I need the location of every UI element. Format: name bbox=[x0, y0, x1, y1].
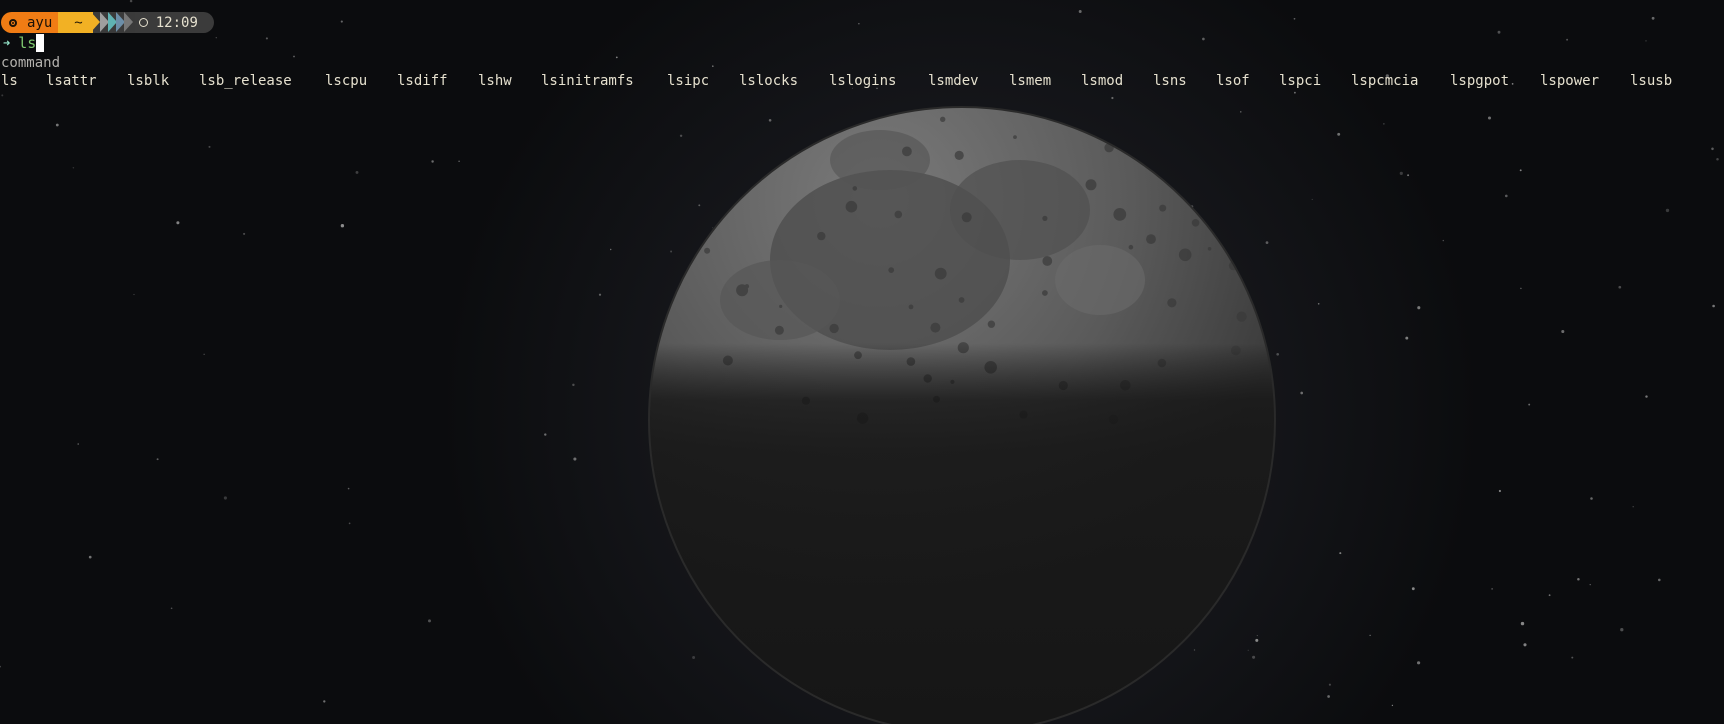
completion-group-header: command bbox=[1, 55, 61, 71]
completion-item[interactable]: lspci bbox=[1279, 73, 1321, 89]
completion-item[interactable]: ls bbox=[1, 73, 18, 89]
chevron-icon bbox=[92, 12, 100, 32]
completion-item[interactable]: lslocks bbox=[739, 73, 798, 89]
prompt-time-segment: 12:09 bbox=[134, 12, 214, 33]
completion-item[interactable]: lslogins bbox=[829, 73, 896, 89]
completion-item[interactable]: lshw bbox=[478, 73, 512, 89]
circle-dot-icon bbox=[9, 18, 17, 27]
completion-item[interactable]: lsns bbox=[1153, 73, 1187, 89]
completion-item[interactable]: lsmem bbox=[1009, 73, 1051, 89]
prompt-directory: ~ bbox=[74, 14, 83, 31]
completion-item[interactable]: lsinitramfs bbox=[541, 73, 634, 89]
prompt-bar: ayu ~ 12:09 bbox=[1, 12, 214, 33]
chevron-icon bbox=[123, 12, 133, 32]
completion-item[interactable]: lscpu bbox=[325, 73, 367, 89]
command-input-line[interactable]: ➜ ls bbox=[3, 33, 45, 53]
text-cursor bbox=[36, 34, 45, 52]
clock-icon bbox=[138, 18, 148, 27]
prompt-directory-segment: ~ bbox=[58, 12, 93, 33]
terminal-window[interactable]: ayu ~ 12:09 ➜ ls command ls lsattr lsblk… bbox=[0, 0, 1724, 724]
completion-item[interactable]: lsipc bbox=[667, 73, 709, 89]
completion-item[interactable]: lsblk bbox=[127, 73, 169, 89]
completion-item[interactable]: lsusb bbox=[1630, 73, 1672, 89]
completion-item[interactable]: lspgpot bbox=[1450, 73, 1509, 89]
completion-item[interactable]: lsof bbox=[1216, 73, 1250, 89]
completion-item[interactable]: lsmdev bbox=[928, 73, 979, 89]
completion-item[interactable]: lspower bbox=[1540, 73, 1599, 89]
completion-item[interactable]: lspcmcia bbox=[1351, 73, 1418, 89]
prompt-time: 12:09 bbox=[155, 14, 198, 31]
prompt-user: ayu bbox=[27, 14, 53, 31]
completion-item[interactable]: lsattr bbox=[46, 73, 97, 89]
prompt-arrow-icon: ➜ bbox=[3, 36, 11, 50]
prompt-user-segment: ayu bbox=[1, 12, 59, 33]
powerline-chevrons bbox=[92, 12, 135, 33]
completion-item[interactable]: lsb_release bbox=[199, 73, 292, 89]
command-input-text[interactable]: ls bbox=[18, 34, 36, 52]
completion-item[interactable]: lsmod bbox=[1081, 73, 1123, 89]
completion-item[interactable]: lsdiff bbox=[397, 73, 448, 89]
